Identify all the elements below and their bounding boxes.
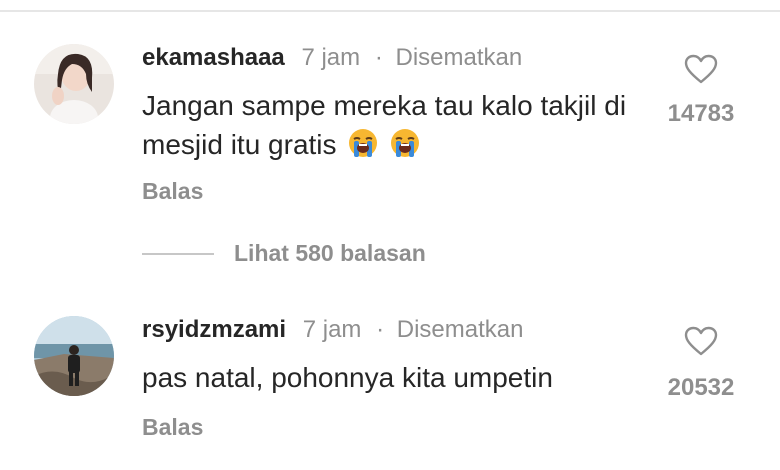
username[interactable]: ekamashaaa	[142, 44, 285, 71]
avatar[interactable]	[34, 316, 114, 396]
comment-text-block: pas natal, pohonnya kita umpetin	[142, 358, 642, 397]
comment-text: Jangan sampe mereka tau kalo takjil di m…	[142, 90, 627, 160]
heart-icon[interactable]	[684, 326, 718, 356]
comment-meta: rsyidzmzami 7 jam · Disematkan	[142, 316, 523, 344]
avatar-photo	[34, 44, 114, 124]
username[interactable]: rsyidzmzami	[142, 316, 286, 343]
like-control: 20532	[656, 326, 746, 402]
reply-button[interactable]: Balas	[142, 414, 203, 441]
reply-button[interactable]: Balas	[142, 178, 203, 205]
pinned-label: Disematkan	[395, 44, 523, 71]
separator-dot: ·	[374, 44, 383, 71]
pinned-label: Disematkan	[396, 316, 524, 343]
avatar-photo	[34, 316, 114, 396]
view-replies-label: Lihat 580 balasan	[234, 240, 426, 266]
top-divider	[0, 10, 780, 12]
view-replies-button[interactable]: Lihat 580 balasan	[142, 240, 426, 267]
loudly-crying-face-emoji	[348, 128, 378, 168]
like-control: 14783	[656, 54, 746, 128]
heart-icon[interactable]	[684, 54, 718, 84]
comment-text: pas natal, pohonnya kita umpetin	[142, 362, 553, 393]
comment-meta: ekamashaaa 7 jam · Disematkan	[142, 44, 522, 72]
like-count: 14783	[667, 100, 735, 127]
comment-text-block: Jangan sampe mereka tau kalo takjil di m…	[142, 86, 642, 168]
loudly-crying-face-emoji	[390, 128, 420, 168]
comment-time: 7 jam	[301, 44, 361, 71]
separator-dot: ·	[376, 316, 385, 343]
view-replies-line	[142, 252, 214, 255]
avatar[interactable]	[34, 44, 114, 124]
like-count: 20532	[667, 374, 735, 401]
comment-time: 7 jam	[302, 316, 362, 343]
